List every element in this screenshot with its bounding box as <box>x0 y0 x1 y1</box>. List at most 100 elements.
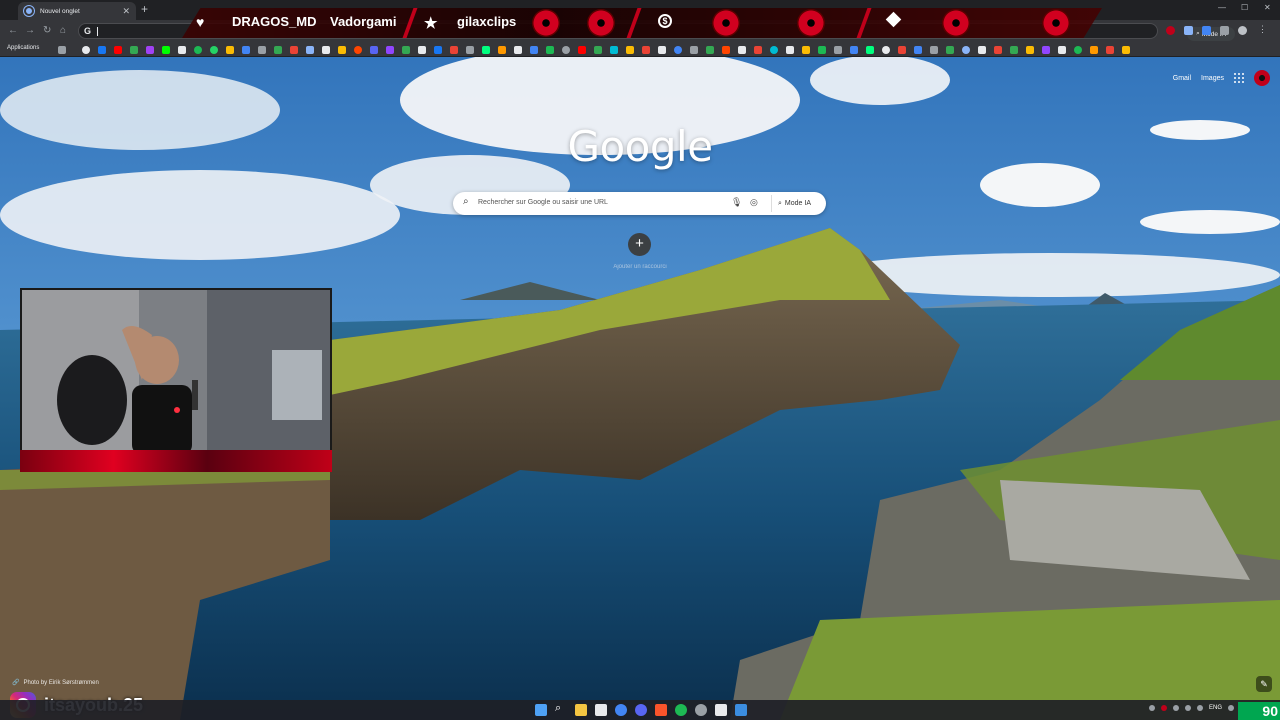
home-icon[interactable]: ⌂ <box>60 25 66 36</box>
close-window-icon[interactable]: ✕ <box>1264 3 1271 12</box>
wifi-icon[interactable] <box>1228 705 1234 711</box>
bookmark-icon[interactable] <box>546 46 554 54</box>
bookmark-icon[interactable] <box>994 46 1002 54</box>
bookmark-icon[interactable] <box>978 46 986 54</box>
discord-icon[interactable] <box>635 704 647 716</box>
bookmark-icon[interactable] <box>514 46 522 54</box>
search-input[interactable]: Rechercher sur Google ou saisir une URL <box>478 199 608 206</box>
images-link[interactable]: Images <box>1201 75 1224 82</box>
brave-icon[interactable] <box>655 704 667 716</box>
reload-icon[interactable]: ↻ <box>43 25 51 36</box>
google-lens-icon[interactable]: ◎ <box>750 197 758 208</box>
bookmark-icon[interactable] <box>530 46 538 54</box>
bookmark-icon[interactable] <box>178 46 186 54</box>
minimize-icon[interactable]: — <box>1218 3 1226 12</box>
bookmark-icon[interactable] <box>786 46 794 54</box>
bookmark-icon[interactable] <box>610 46 618 54</box>
photo-credit[interactable]: 🔗 Photo by Eirik Sørstrømmen <box>12 679 99 687</box>
bookmark-icon[interactable] <box>434 46 442 54</box>
bookmark-icon[interactable] <box>466 46 474 54</box>
extension-icon[interactable] <box>1202 26 1211 35</box>
tray-icon[interactable] <box>1184 705 1191 711</box>
bookmark-icon[interactable] <box>402 46 410 54</box>
back-icon[interactable]: ← <box>8 25 18 36</box>
bookmark-icon[interactable] <box>738 46 746 54</box>
bookmark-icon[interactable] <box>1090 46 1098 54</box>
bookmark-icon[interactable] <box>1058 46 1066 54</box>
bookmark-icon[interactable] <box>914 46 922 54</box>
bookmark-icon[interactable] <box>1122 46 1130 54</box>
bookmark-icon[interactable] <box>290 46 298 54</box>
bookmark-icon[interactable] <box>162 46 170 54</box>
obs-icon[interactable] <box>695 704 707 716</box>
bookmark-icon[interactable] <box>386 46 394 54</box>
maximize-icon[interactable]: ☐ <box>1241 3 1248 12</box>
add-shortcut-button[interactable]: + <box>628 233 651 256</box>
account-avatar[interactable] <box>1254 70 1270 86</box>
bookmark-applications[interactable]: Applications <box>7 45 39 51</box>
extensions-puzzle-icon[interactable] <box>1220 26 1229 35</box>
bookmark-icon[interactable] <box>834 46 842 54</box>
windows-start-icon[interactable] <box>535 704 547 716</box>
forward-icon[interactable]: → <box>25 25 35 36</box>
chrome-icon[interactable] <box>615 704 627 716</box>
tray-icon[interactable] <box>1160 705 1167 711</box>
mode-ia-button[interactable]: ⌕ Mode IA <box>771 195 817 212</box>
bookmark-icon[interactable] <box>674 46 682 54</box>
bookmark-icon[interactable] <box>594 46 602 54</box>
bookmark-icon[interactable] <box>1074 46 1082 54</box>
bookmark-icon[interactable] <box>722 46 730 54</box>
bookmark-icon[interactable] <box>802 46 810 54</box>
bookmark-icon[interactable] <box>578 46 586 54</box>
search-box[interactable]: ⌕ Rechercher sur Google ou saisir une UR… <box>453 192 826 215</box>
extension-icon[interactable] <box>1184 26 1193 35</box>
bookmark-icon[interactable] <box>1106 46 1114 54</box>
bookmark-icon[interactable] <box>226 46 234 54</box>
new-tab-button[interactable]: + <box>141 2 148 16</box>
tray-icon[interactable] <box>1172 705 1179 711</box>
language-indicator[interactable]: ENG <box>1209 705 1222 711</box>
bookmark-icon[interactable] <box>866 46 874 54</box>
bookmark-icon[interactable] <box>882 46 890 54</box>
search-icon[interactable]: ⌕ <box>555 702 567 714</box>
taskbar-app-icon[interactable] <box>735 704 747 716</box>
customize-pencil-icon[interactable]: ✎ <box>1256 676 1272 692</box>
bookmark-icon[interactable] <box>354 46 362 54</box>
bookmark-icon[interactable] <box>82 46 90 54</box>
bookmark-icon[interactable] <box>210 46 218 54</box>
bookmark-icon[interactable] <box>562 46 570 54</box>
bookmark-icon[interactable] <box>898 46 906 54</box>
bookmark-icon[interactable] <box>338 46 346 54</box>
bookmark-icon[interactable] <box>306 46 314 54</box>
taskbar-app-icon[interactable] <box>715 704 727 716</box>
bookmark-icon[interactable] <box>754 46 762 54</box>
bookmark-icon[interactable] <box>498 46 506 54</box>
tab-new-tab[interactable]: Nouvel onglet ✕ <box>18 2 136 20</box>
bookmark-icon[interactable] <box>274 46 282 54</box>
taskbar-app-icon[interactable] <box>595 704 607 716</box>
menu-kebab-icon[interactable]: ⋮ <box>1258 24 1267 34</box>
bookmark-icon[interactable] <box>770 46 778 54</box>
google-apps-icon[interactable] <box>1234 73 1244 83</box>
bookmark-icon[interactable] <box>322 46 330 54</box>
bookmark-icon[interactable] <box>242 46 250 54</box>
bookmark-icon[interactable] <box>706 46 714 54</box>
bookmark-icon[interactable] <box>418 46 426 54</box>
bookmark-icon[interactable] <box>194 46 202 54</box>
bookmark-icon[interactable] <box>98 46 106 54</box>
bookmark-icon[interactable] <box>818 46 826 54</box>
bookmark-icon[interactable] <box>962 46 970 54</box>
bookmark-icon[interactable] <box>370 46 378 54</box>
bookmark-icon[interactable] <box>642 46 650 54</box>
bookmark-icon[interactable] <box>658 46 666 54</box>
bookmark-icon[interactable] <box>130 46 138 54</box>
tray-icon[interactable] <box>1148 705 1155 711</box>
bookmark-icon[interactable] <box>482 46 490 54</box>
bookmark-icon[interactable] <box>146 46 154 54</box>
tray-icon[interactable] <box>1196 705 1203 711</box>
bookmark-icon[interactable] <box>946 46 954 54</box>
bookmark-icon[interactable] <box>258 46 266 54</box>
microphone-icon[interactable]: 🎙 <box>731 197 742 208</box>
gmail-link[interactable]: Gmail <box>1173 75 1191 82</box>
bookmark-icon[interactable] <box>850 46 858 54</box>
